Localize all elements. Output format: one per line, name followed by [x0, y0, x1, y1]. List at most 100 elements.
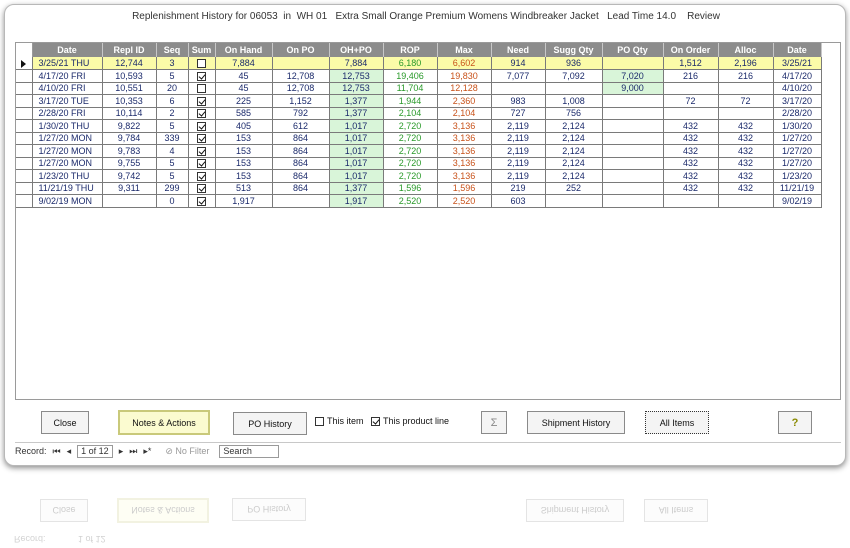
first-record-icon[interactable]: ⏮ — [53, 446, 61, 457]
table-row[interactable]: 1/23/20 THU 9,742 5 153 864 1,017 2,720 3,136 2,… — [16, 169, 822, 183]
this-product-line-option[interactable]: This product line — [371, 416, 449, 426]
cell-date-2: 1/27/20 — [773, 157, 822, 170]
cell-max: 12,128 — [437, 82, 492, 95]
cell-rop: 6,180 — [383, 57, 438, 70]
row-selector[interactable] — [16, 57, 33, 70]
row-selector[interactable] — [16, 194, 33, 208]
col-header-need[interactable]: Need — [491, 43, 546, 57]
table-row[interactable]: 1/30/20 THU 9,822 5 405 612 1,017 2,720 3,136 2,… — [16, 119, 822, 133]
cell-on-order: 1,512 — [663, 57, 719, 70]
table-row[interactable]: 9/02/19 MON 0 1,917 1,917 2,520 2,520 603 9/02/… — [16, 194, 822, 208]
sum-checkbox[interactable] — [197, 134, 206, 144]
row-selector[interactable] — [16, 157, 33, 170]
cell-need: 727 — [491, 107, 546, 120]
this-product-line-checkbox[interactable] — [371, 416, 380, 426]
cell-on-po: 612 — [272, 119, 330, 133]
col-header-sugg-qty[interactable]: Sugg Qty — [545, 43, 603, 57]
cell-on-po: 864 — [272, 144, 330, 158]
col-header-sum[interactable]: Sum — [188, 43, 216, 57]
cell-po-qty — [602, 157, 664, 170]
row-selector[interactable] — [16, 144, 33, 158]
cell-seq: 0 — [156, 194, 189, 208]
row-selector[interactable] — [16, 107, 33, 120]
sum-checkbox[interactable] — [197, 196, 206, 206]
notes-actions-button[interactable]: Notes & Actions — [118, 410, 210, 435]
cell-date: 9/02/19 MON — [32, 194, 103, 208]
cell-date: 1/27/20 MON — [32, 157, 103, 170]
col-header-seq[interactable]: Seq — [156, 43, 189, 57]
cell-rop: 11,704 — [383, 82, 438, 95]
sum-checkbox[interactable] — [197, 184, 206, 194]
cell-rop: 2,720 — [383, 119, 438, 133]
this-item-option[interactable]: This item — [315, 416, 364, 426]
row-selector[interactable] — [16, 119, 33, 133]
table-row[interactable]: 1/27/20 MON 9,783 4 153 864 1,017 2,720 3,136 2,… — [16, 144, 822, 158]
sum-checkbox[interactable] — [197, 59, 206, 69]
row-selector[interactable] — [16, 69, 33, 83]
current-record-arrow-icon — [21, 59, 27, 68]
sum-checkbox[interactable] — [197, 159, 206, 169]
cell-sum — [188, 182, 216, 195]
table-row[interactable]: 2/28/20 FRI 10,114 2 585 792 1,377 2,104 2,104 7… — [16, 107, 822, 120]
history-grid[interactable]: Date Repl ID Seq Sum On Hand On PO OH+PO… — [15, 42, 841, 400]
next-record-icon[interactable]: ▸ — [119, 446, 124, 457]
col-header-oh-po[interactable]: OH+PO — [329, 43, 384, 57]
sum-checkbox[interactable] — [197, 84, 206, 94]
row-selector[interactable] — [16, 82, 33, 95]
previous-record-icon[interactable]: ◂ — [67, 446, 72, 457]
col-header-date-2[interactable]: Date — [773, 43, 822, 57]
col-header-po-qty[interactable]: PO Qty — [602, 43, 664, 57]
cell-max: 3,136 — [437, 157, 492, 170]
col-header-rop[interactable]: ROP — [383, 43, 438, 57]
sum-checkbox[interactable] — [197, 121, 206, 131]
row-selector[interactable] — [16, 132, 33, 145]
sum-sigma-button[interactable]: Σ — [481, 411, 507, 434]
search-input[interactable]: Search — [219, 444, 280, 458]
last-record-icon[interactable]: ⏭ — [129, 446, 137, 457]
sum-checkbox[interactable] — [197, 171, 206, 181]
sum-checkbox[interactable] — [197, 146, 206, 156]
col-header-on-po[interactable]: On PO — [272, 43, 330, 57]
col-header-repl-id[interactable]: Repl ID — [102, 43, 157, 57]
table-row[interactable]: 11/21/19 THU 9,311 299 513 864 1,377 1,596 1,59… — [16, 182, 822, 195]
all-items-button[interactable]: All Items — [645, 411, 709, 434]
col-header-max[interactable]: Max — [437, 43, 492, 57]
col-header-alloc[interactable]: Alloc — [718, 43, 774, 57]
sum-checkbox[interactable] — [197, 109, 206, 119]
col-header-on-order[interactable]: On Order — [663, 43, 719, 57]
no-filter-label: No Filter — [175, 446, 210, 456]
col-header-date[interactable]: Date — [32, 43, 103, 57]
row-selector[interactable] — [16, 169, 33, 183]
row-selector[interactable] — [16, 94, 33, 108]
cell-date: 2/28/20 FRI — [32, 107, 103, 120]
cell-alloc: 2,196 — [718, 57, 774, 70]
row-selector[interactable] — [16, 182, 33, 195]
cell-oh-po: 1,377 — [329, 94, 384, 108]
cell-repl-id: 9,755 — [102, 157, 157, 170]
table-row[interactable]: 1/27/20 MON 9,784 339 153 864 1,017 2,720 3,136… — [16, 132, 822, 145]
po-history-button[interactable]: PO History — [233, 412, 307, 435]
table-row[interactable]: 4/10/20 FRI 10,551 20 45 12,708 12,753 11,704 1… — [16, 82, 822, 95]
sum-checkbox[interactable] — [197, 71, 206, 81]
sum-checkbox[interactable] — [197, 96, 206, 106]
help-icon[interactable]: ? — [778, 411, 812, 434]
close-button[interactable]: Close — [41, 411, 89, 434]
table-row[interactable]: 3/17/20 TUE 10,353 6 225 1,152 1,377 1,944 2,36… — [16, 94, 822, 108]
table-row[interactable]: 1/27/20 MON 9,755 5 153 864 1,017 2,720 3,136 2,… — [16, 157, 822, 170]
current-record-field[interactable]: 1 of 12 — [77, 444, 113, 458]
cell-on-po: 12,708 — [272, 69, 330, 83]
cell-date: 1/27/20 MON — [32, 144, 103, 158]
this-item-checkbox[interactable] — [315, 416, 324, 426]
cell-po-qty — [602, 194, 664, 208]
filter-status[interactable]: ⊘ No Filter — [165, 446, 209, 457]
cell-date: 4/10/20 FRI — [32, 82, 103, 95]
col-header-on-hand[interactable]: On Hand — [215, 43, 273, 57]
cell-on-hand: 405 — [215, 119, 273, 133]
table-row[interactable]: 3/25/21 THU 12,744 3 7,884 7,884 6,180 6,602 91… — [16, 57, 822, 70]
cell-sugg-qty: 1,008 — [545, 94, 603, 108]
table-row[interactable]: 4/17/20 FRI 10,593 5 45 12,708 12,753 19,406 19… — [16, 69, 822, 83]
new-record-icon[interactable]: ▸* — [143, 446, 151, 457]
shipment-history-button[interactable]: Shipment History — [527, 411, 625, 434]
cell-oh-po: 7,884 — [329, 57, 384, 70]
cell-oh-po: 12,753 — [329, 82, 384, 95]
